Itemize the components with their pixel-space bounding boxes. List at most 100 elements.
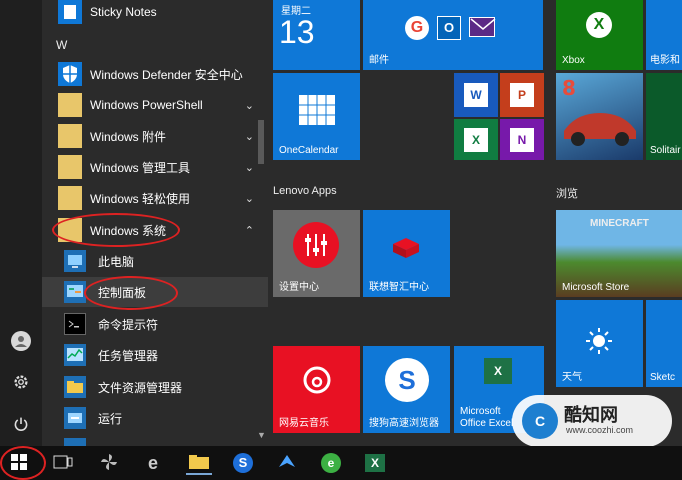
tile-label-line1: Microsoft: [460, 406, 501, 417]
tile-calendar[interactable]: 星期二 13: [273, 0, 360, 70]
browser-icon: e: [321, 453, 341, 473]
tile-area: 星期二 13 G O 邮件 X Xbox 电影和 OneCalendar W P…: [268, 0, 682, 447]
control-panel-icon: [64, 281, 86, 303]
user-icon: [11, 331, 31, 351]
app-list-scrollbar[interactable]: [258, 120, 264, 164]
chevron-down-icon[interactable]: ⌄: [245, 130, 254, 143]
tile-onecalendar[interactable]: OneCalendar: [273, 73, 360, 160]
task-view-icon: [53, 455, 73, 472]
chevron-down-icon[interactable]: ⌄: [245, 192, 254, 205]
tile-excel[interactable]: X: [454, 119, 498, 160]
gear-icon: [12, 373, 30, 394]
tile-label: OneCalendar: [279, 145, 339, 156]
taskbar-app-bird[interactable]: [274, 451, 300, 475]
app-task-manager[interactable]: 任务管理器: [42, 340, 268, 370]
taskbar-file-explorer[interactable]: [186, 451, 212, 475]
file-explorer-icon: [64, 376, 86, 398]
sticky-notes-icon: [58, 0, 82, 24]
tile-label: 网易云音乐: [279, 418, 329, 429]
edge-icon: e: [147, 452, 158, 473]
app-label: Windows 系统: [90, 223, 167, 238]
app-label: Windows 附件: [90, 129, 167, 144]
tile-sketch[interactable]: Sketc: [646, 300, 682, 387]
tile-xbox[interactable]: X Xbox: [556, 0, 643, 70]
app-next-partial[interactable]: [42, 434, 268, 446]
app-label: 任务管理器: [98, 348, 159, 363]
taskbar-app-pinwheel[interactable]: [96, 451, 122, 475]
excel-icon: X: [365, 454, 385, 472]
app-windows-system[interactable]: Windows 系统 ⌃: [42, 215, 268, 245]
app-control-panel[interactable]: 控制面板: [42, 277, 268, 307]
app-windows-defender[interactable]: Windows Defender 安全中心: [42, 59, 268, 89]
word-icon: W: [464, 83, 488, 107]
watermark-logo: C: [522, 403, 558, 439]
mixer-icon: [293, 222, 339, 268]
tile-movies[interactable]: 电影和: [646, 0, 682, 70]
lenovo-center-icon: [391, 236, 421, 260]
app-label: Sticky Notes: [90, 5, 157, 19]
tile-lenovo-center[interactable]: 联想智汇中心: [363, 210, 450, 297]
folder-icon: [58, 155, 82, 179]
xbox-icon: X: [586, 12, 612, 38]
tile-weather[interactable]: 天气: [556, 300, 643, 387]
group-browse[interactable]: 浏览: [556, 185, 578, 201]
tile-mail[interactable]: G O 邮件: [363, 0, 543, 70]
tile-solitaire[interactable]: Solitair: [646, 73, 682, 160]
app-windows-ease-of-access[interactable]: Windows 轻松使用 ⌄: [42, 183, 268, 213]
tile-microsoft-store[interactable]: MINECRAFT Microsoft Store: [556, 210, 682, 297]
tile-label: 天气: [562, 372, 582, 383]
tile-label: Solitair: [650, 145, 681, 156]
tile-label: 设置中心: [279, 282, 319, 293]
sogou-icon: S: [233, 453, 253, 473]
app-this-pc[interactable]: 此电脑: [42, 246, 268, 276]
app-windows-accessories[interactable]: Windows 附件 ⌄: [42, 121, 268, 151]
taskbar-excel[interactable]: X: [362, 451, 388, 475]
tile-powerpoint[interactable]: P: [500, 73, 544, 117]
tile-settings-center[interactable]: 设置中心: [273, 210, 360, 297]
scroll-down-icon[interactable]: ▼: [257, 430, 266, 440]
excel-icon: X: [484, 358, 512, 384]
tile-racing-game[interactable]: 8: [556, 73, 643, 160]
shield-icon: [58, 62, 82, 86]
taskbar-360-browser[interactable]: e: [318, 451, 344, 475]
app-list: Sticky Notes W Windows Defender 安全中心 Win…: [42, 0, 268, 446]
app-command-prompt[interactable]: 命令提示符: [42, 309, 268, 339]
app-run[interactable]: 运行: [42, 403, 268, 433]
tile-word[interactable]: W: [454, 73, 498, 117]
settings-button[interactable]: [8, 370, 34, 396]
terminal-icon: [64, 313, 86, 335]
folder-icon: [58, 186, 82, 210]
start-rail: [0, 0, 42, 446]
excel-icon: X: [464, 128, 488, 152]
tile-netease-music[interactable]: 网易云音乐: [273, 346, 360, 433]
tile-label: Microsoft Store: [562, 282, 630, 293]
taskbar-edge[interactable]: e: [140, 451, 166, 475]
tile-onenote[interactable]: N: [500, 119, 544, 160]
app-label: 控制面板: [98, 285, 147, 300]
app-windows-powershell[interactable]: Windows PowerShell ⌄: [42, 90, 268, 120]
app-windows-admin-tools[interactable]: Windows 管理工具 ⌄: [42, 152, 268, 182]
app-sticky-notes[interactable]: Sticky Notes: [42, 0, 268, 27]
chevron-down-icon[interactable]: ⌄: [245, 161, 254, 174]
app-label: 运行: [98, 411, 123, 426]
tile-label: 电影和: [650, 55, 680, 66]
taskbar-sogou[interactable]: S: [230, 451, 256, 475]
taskbar: e S e X: [0, 446, 682, 480]
group-lenovo-apps[interactable]: Lenovo Apps: [273, 185, 337, 197]
app-file-explorer[interactable]: 文件资源管理器: [42, 372, 268, 402]
chevron-up-icon[interactable]: ⌃: [245, 224, 254, 237]
start-button[interactable]: [6, 451, 32, 475]
pinwheel-icon: [99, 452, 119, 475]
folder-icon: [58, 93, 82, 117]
tile-label: 搜狗高速浏览器: [369, 418, 439, 429]
chevron-down-icon[interactable]: ⌄: [245, 99, 254, 112]
task-manager-icon: [64, 344, 86, 366]
power-button[interactable]: [8, 412, 34, 438]
app-label: Windows 管理工具: [90, 160, 191, 175]
user-button[interactable]: [8, 328, 34, 354]
watermark-url: www.coozhi.com: [566, 425, 634, 435]
folder-icon: [189, 453, 209, 472]
tile-sogou-browser[interactable]: S 搜狗高速浏览器: [363, 346, 450, 433]
section-letter[interactable]: W: [56, 38, 67, 52]
task-view-button[interactable]: [50, 451, 76, 475]
